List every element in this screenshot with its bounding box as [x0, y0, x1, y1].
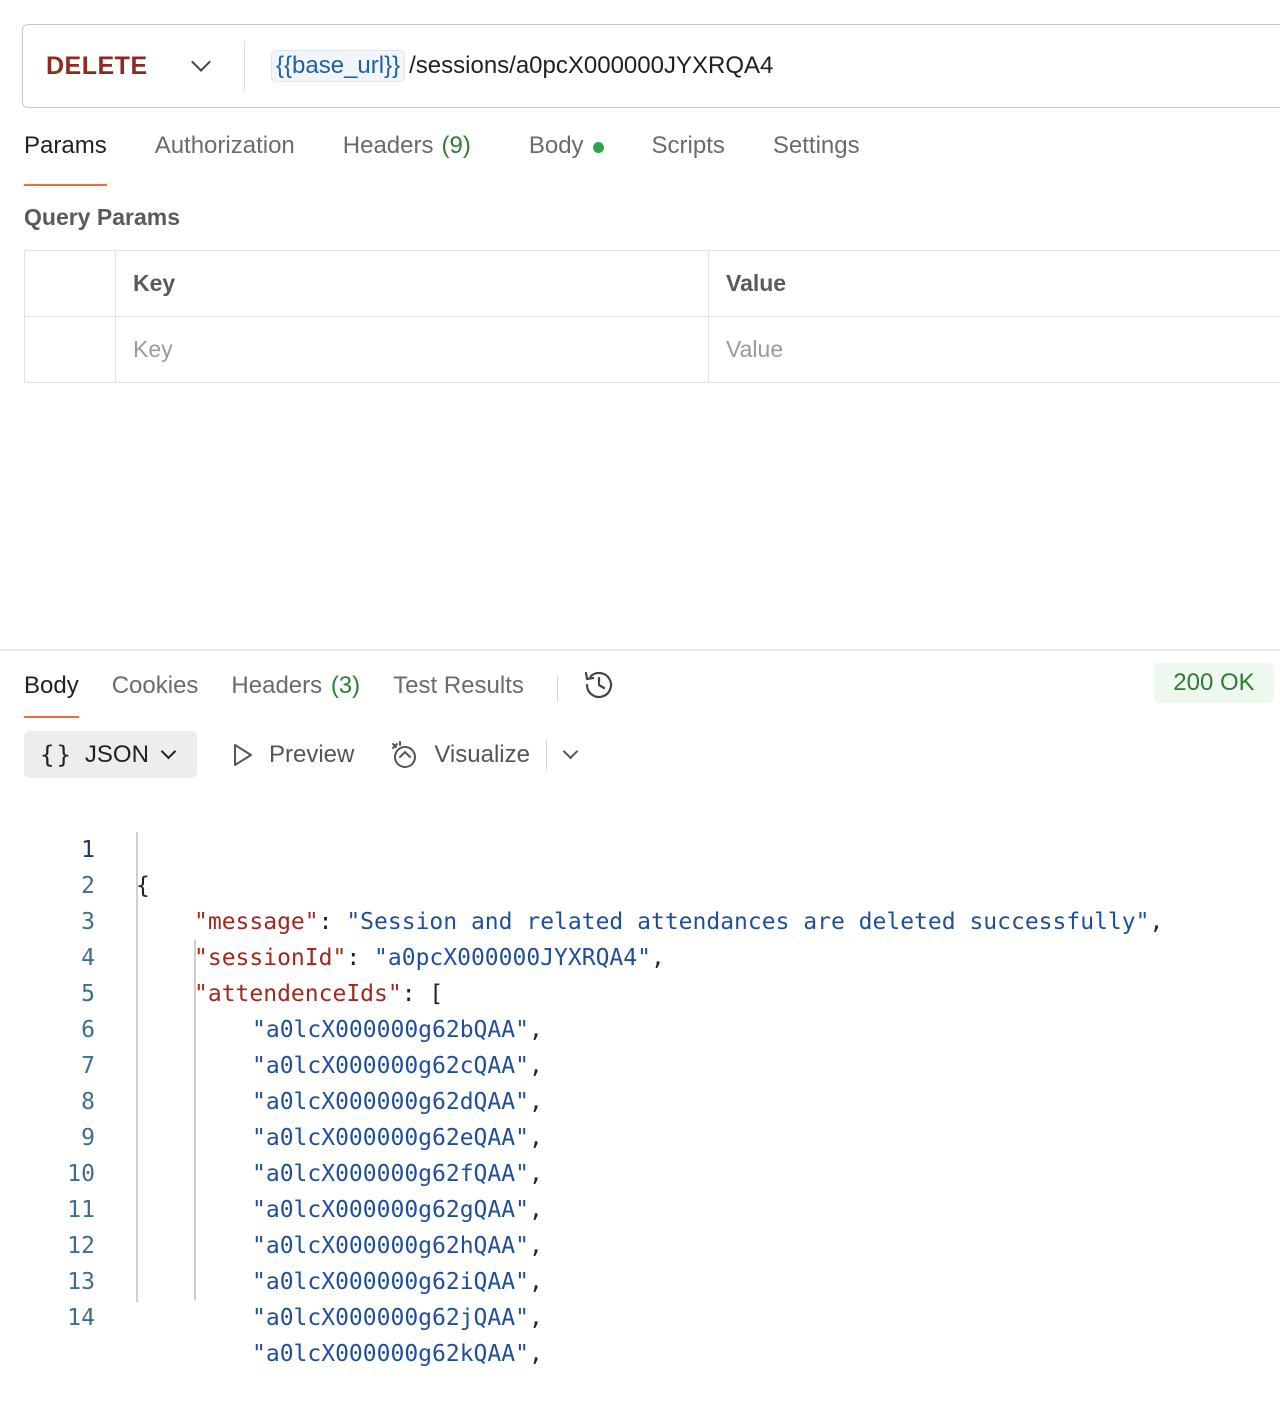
- tab-label: Authorization: [154, 132, 295, 159]
- response-headers-count: (3): [330, 671, 361, 699]
- tab-label: Cookies: [111, 671, 199, 699]
- code-line: 2 "message": "Session and related attend…: [0, 832, 1280, 935]
- braces-icon: {}: [40, 740, 73, 769]
- tab-label: Headers: [342, 132, 434, 159]
- tab-label: Headers: [231, 671, 323, 699]
- history-icon[interactable]: [582, 668, 616, 709]
- value-column-header: Value: [726, 270, 787, 296]
- code-line: 5 "a0lcX000000g62bQAA",: [0, 940, 1280, 1043]
- tab-label: Settings: [772, 132, 860, 159]
- tab-label: Scripts: [651, 132, 725, 159]
- tab-label: Params: [24, 132, 107, 159]
- code-line: 11 "a0lcX000000g62hQAA",: [0, 1156, 1280, 1259]
- row-checkbox-cell: [25, 317, 116, 382]
- tab-label: Test Results: [393, 671, 524, 699]
- json-string: "a0lcX000000g62kQAA": [252, 1341, 529, 1367]
- line-number: 14: [67, 1305, 95, 1331]
- visualize-icon: [392, 740, 417, 768]
- key-column-header: Key: [116, 251, 709, 316]
- code-line: 9 "a0lcX000000g62fQAA",: [0, 1084, 1280, 1187]
- tab-separator: [556, 675, 559, 702]
- response-tab-headers[interactable]: Headers (3): [231, 672, 360, 718]
- tab-authorization[interactable]: Authorization: [155, 132, 295, 186]
- chevron-down-icon: [191, 52, 211, 72]
- code-text: "a0lcX000000g62kQAA",: [252, 1336, 543, 1372]
- play-icon: [234, 743, 252, 766]
- code-line: 12 "a0lcX000000g62iQAA",: [0, 1192, 1280, 1295]
- json-tail: ,: [528, 1305, 543, 1331]
- key-input[interactable]: Key: [116, 317, 709, 382]
- response-tabs: Body Cookies Headers (3) Test Results: [24, 668, 616, 721]
- status-badge: 200 OK: [1154, 663, 1274, 703]
- format-label: JSON: [84, 740, 149, 768]
- code-line: 10 "a0lcX000000g62gQAA",: [0, 1120, 1280, 1223]
- method-label: DELETE: [46, 51, 148, 80]
- url-input[interactable]: {{base_url}} /sessions/a0pcX000000JYXRQA…: [245, 50, 773, 82]
- code-line: 1 {: [0, 796, 1280, 899]
- tab-settings[interactable]: Settings: [773, 132, 860, 186]
- tab-headers[interactable]: Headers (9): [343, 132, 471, 186]
- response-tab-body[interactable]: Body: [24, 672, 79, 718]
- toolbar-separator: [545, 739, 548, 770]
- visualize-label: Visualize: [434, 740, 530, 768]
- tab-params[interactable]: Params: [24, 132, 107, 186]
- request-tabs: Params Authorization Headers (9) Body Scr…: [24, 132, 908, 186]
- headers-count: (9): [441, 132, 471, 159]
- checkbox-column-header: [25, 251, 116, 316]
- chevron-down-icon: [160, 743, 177, 760]
- code-line: 13 "a0lcX000000g62jQAA",: [0, 1228, 1280, 1331]
- json-string: "a0lcX000000g62jQAA": [252, 1305, 529, 1331]
- json-tail: ,: [528, 1341, 543, 1367]
- tab-body[interactable]: Body: [529, 132, 604, 186]
- value-input[interactable]: Value: [709, 317, 1280, 382]
- format-select[interactable]: {} JSON: [24, 731, 197, 778]
- table-row: Key Value: [25, 317, 1280, 383]
- tab-label: Body: [528, 132, 584, 159]
- response-body-code: 1 { 2 "message": "Session and related at…: [0, 796, 1280, 1367]
- body-indicator-dot: [592, 142, 604, 153]
- url-path: /sessions/a0pcX000000JYXRQA4: [409, 52, 774, 79]
- code-line: 4 "attendenceIds": [: [0, 904, 1280, 1007]
- url-bar: DELETE {{base_url}} /sessions/a0pcX00000…: [22, 24, 1280, 108]
- code-line: 3 "sessionId": "a0pcX000000JYXRQA4",: [0, 868, 1280, 971]
- code-text: "a0lcX000000g62jQAA",: [252, 1300, 543, 1336]
- response-divider: [0, 649, 1280, 651]
- response-toolbar: {} JSON Preview Visualize: [24, 731, 579, 778]
- url-variable-chip[interactable]: {{base_url}}: [271, 50, 406, 82]
- response-tab-test-results[interactable]: Test Results: [393, 672, 524, 718]
- method-select[interactable]: DELETE: [23, 41, 245, 91]
- tab-label: Body: [24, 671, 79, 699]
- code-line: 7 "a0lcX000000g62dQAA",: [0, 1012, 1280, 1115]
- code-line: 6 "a0lcX000000g62cQAA",: [0, 976, 1280, 1079]
- preview-label: Preview: [269, 740, 355, 768]
- query-params-table: Key Value Key Value: [24, 250, 1280, 383]
- chevron-down-icon[interactable]: [563, 743, 579, 760]
- table-header-row: Key Value: [25, 251, 1280, 317]
- tab-scripts[interactable]: Scripts: [652, 132, 725, 186]
- response-tab-cookies[interactable]: Cookies: [112, 672, 199, 718]
- visualize-button[interactable]: Visualize: [388, 739, 530, 771]
- code-line: 8 "a0lcX000000g62eQAA",: [0, 1048, 1280, 1151]
- query-params-title: Query Params: [24, 204, 180, 230]
- preview-button[interactable]: Preview: [231, 741, 354, 769]
- code-line: 14 "a0lcX000000g62kQAA",: [0, 1264, 1280, 1367]
